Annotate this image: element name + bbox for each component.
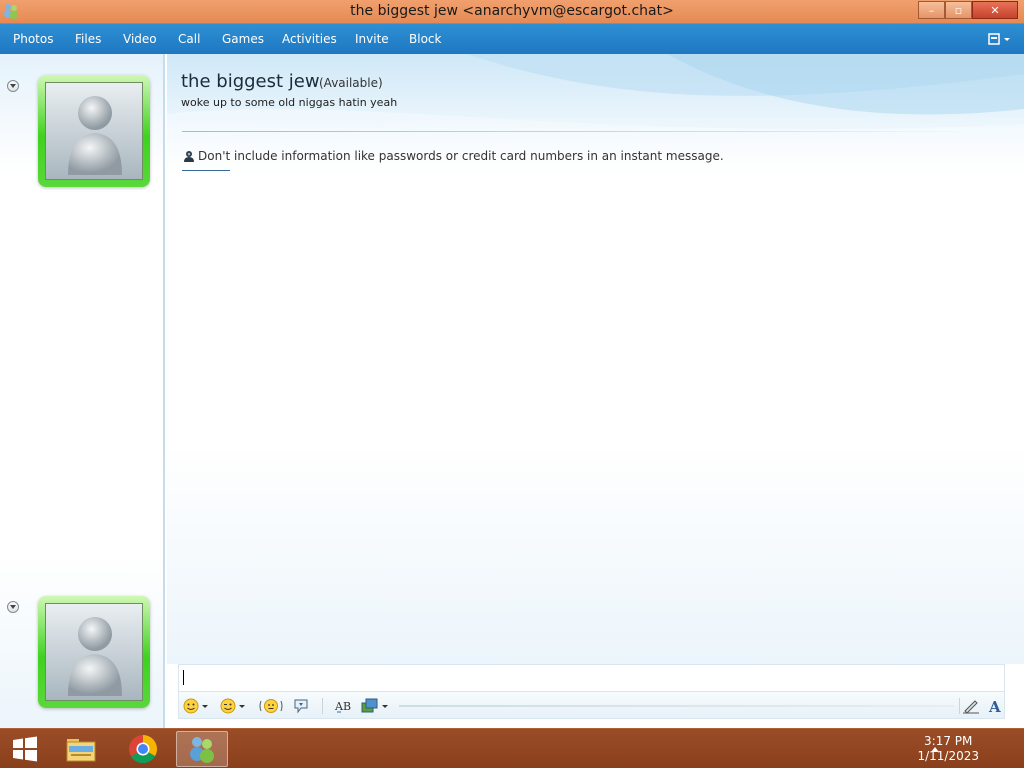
- contact-avatar[interactable]: [38, 75, 150, 187]
- toolbar-separator: [322, 698, 323, 714]
- menu-invite[interactable]: Invite: [355, 32, 389, 46]
- background-button[interactable]: [361, 696, 388, 716]
- emoticon-icon: [183, 698, 199, 714]
- close-button[interactable]: ✕: [972, 1, 1018, 19]
- header-divider: [182, 131, 982, 132]
- svg-text:AB: AB: [334, 700, 351, 713]
- contact-picture-menu-icon[interactable]: [7, 80, 19, 92]
- toolbar-separator: [959, 698, 960, 714]
- taskbar-chrome[interactable]: [122, 731, 164, 767]
- wink-button[interactable]: [220, 696, 245, 716]
- close-icon: ✕: [990, 3, 1000, 17]
- menu-block[interactable]: Block: [409, 32, 441, 46]
- wink-icon: [220, 698, 236, 714]
- user-silhouette-icon: [68, 617, 122, 696]
- display-picture-pane: [0, 54, 165, 728]
- menu-files[interactable]: Files: [75, 32, 101, 46]
- start-button[interactable]: [5, 731, 45, 767]
- security-notice: Don't include information like passwords…: [183, 149, 724, 163]
- clock-date: 1/11/2023: [917, 749, 979, 763]
- handwriting-icon: [963, 700, 979, 714]
- contact-personal-message: woke up to some old niggas hatin yeah: [181, 96, 398, 109]
- font-icon: A: [988, 698, 1001, 714]
- show-hidden-icons-icon[interactable]: [931, 747, 939, 752]
- my-picture-menu-icon[interactable]: [7, 601, 19, 613]
- maximize-button[interactable]: ▫: [945, 1, 972, 19]
- voice-clip-icon: [294, 699, 308, 714]
- font-button[interactable]: A: [987, 696, 1003, 716]
- chrome-icon: [129, 735, 157, 764]
- svg-text:A: A: [988, 698, 1001, 714]
- menu-games[interactable]: Games: [222, 32, 264, 46]
- my-avatar[interactable]: [38, 596, 150, 708]
- handwriting-button[interactable]: [962, 696, 980, 716]
- window-title: the biggest jew <anarchyvm@escargot.chat…: [350, 3, 674, 19]
- maximize-icon: ▫: [954, 3, 963, 17]
- menu-activities[interactable]: Activities: [282, 32, 337, 46]
- security-notice-text: Don't include information like passwords…: [198, 149, 724, 163]
- messenger-icon: [190, 737, 214, 763]
- contact-info-icon: [184, 150, 194, 162]
- minimize-button[interactable]: –: [918, 1, 945, 19]
- spellcheck-button[interactable]: AB: [334, 696, 354, 716]
- message-input[interactable]: [178, 664, 1005, 691]
- menu-call[interactable]: Call: [178, 32, 200, 46]
- spellcheck-icon: AB: [334, 700, 351, 713]
- contact-name[interactable]: the biggest jew: [181, 71, 320, 92]
- toolbar-track: [399, 705, 954, 707]
- taskbar-messenger[interactable]: [176, 731, 228, 767]
- contact-status: (Available): [319, 76, 383, 90]
- file-explorer-icon: [66, 739, 96, 762]
- text-caret: [183, 670, 184, 685]
- menu-photos[interactable]: Photos: [13, 32, 53, 46]
- title-bar[interactable]: the biggest jew <anarchyvm@escargot.chat…: [0, 0, 1024, 24]
- taskbar-file-explorer[interactable]: [60, 731, 102, 767]
- menu-bar: Photos Files Video Call Games Activities…: [0, 24, 1024, 54]
- notice-separator: [182, 170, 230, 171]
- nudge-button[interactable]: [259, 696, 283, 716]
- user-silhouette-icon: [68, 96, 122, 175]
- clock-time: 3:17 PM: [924, 734, 973, 748]
- taskbar: 3:17 PM 1/11/2023: [0, 728, 1024, 768]
- windows-start-icon: [13, 736, 37, 762]
- nudge-icon: [259, 699, 283, 713]
- options-menu-icon[interactable]: [988, 31, 1012, 47]
- voice-clip-button[interactable]: [293, 696, 309, 716]
- background-icon: [361, 698, 378, 713]
- emoticon-button[interactable]: [183, 696, 208, 716]
- system-clock[interactable]: 3:17 PM 1/11/2023: [917, 734, 979, 764]
- menu-video[interactable]: Video: [123, 32, 157, 46]
- minimize-icon: –: [928, 3, 935, 17]
- compose-toolbar: AB A: [178, 691, 1005, 719]
- conversation-history[interactable]: [167, 174, 1024, 664]
